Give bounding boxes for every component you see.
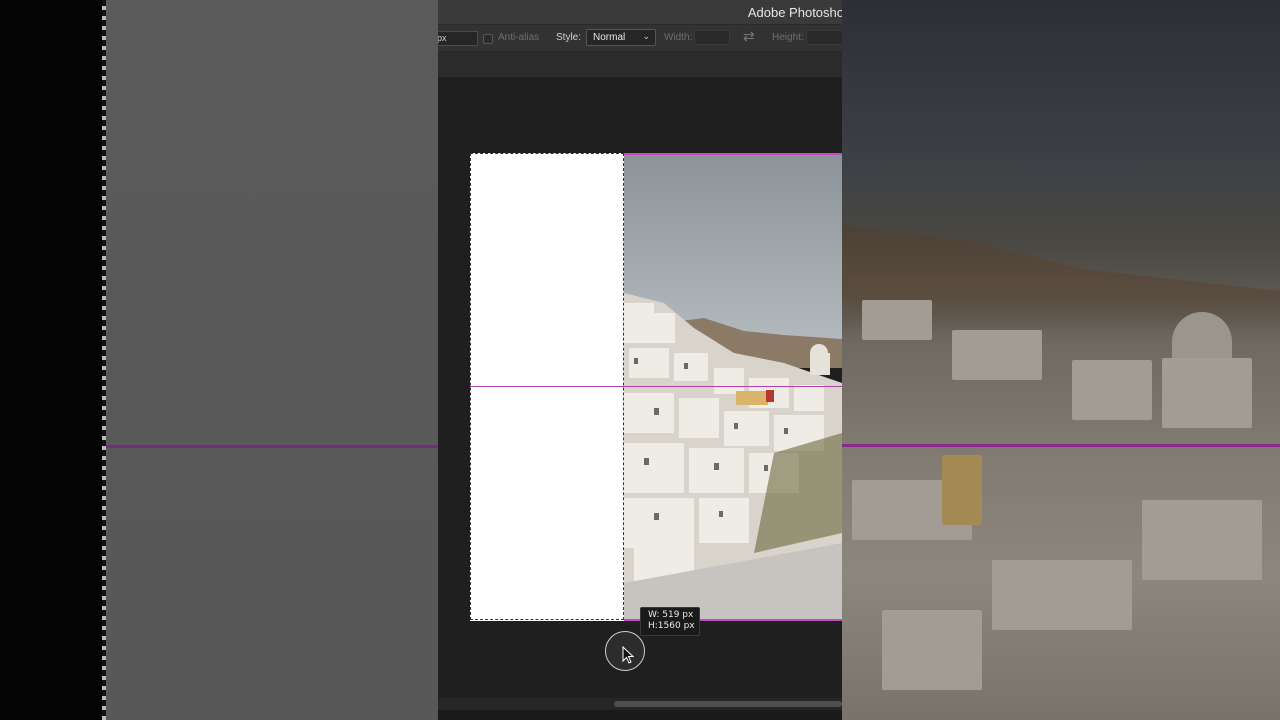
- blurred-house: [1162, 358, 1252, 428]
- width-label: Width:: [664, 32, 693, 43]
- swap-icon[interactable]: ⇄: [743, 28, 755, 45]
- left-letterbox: [0, 0, 102, 720]
- santorini-photo: [624, 153, 842, 621]
- left-zoom-backdrop: [102, 0, 438, 720]
- selection-height-readout: H:1560 px: [648, 621, 695, 631]
- options-bar: px Anti-alias Style: Normal ⌄ Width: ⇄ H…: [438, 24, 842, 51]
- cursor-arrow-icon: [622, 646, 634, 664]
- blurred-house: [1072, 360, 1152, 420]
- chevron-down-icon: ⌄: [642, 31, 650, 41]
- blurred-house: [862, 300, 932, 340]
- anti-alias-label: Anti-alias: [498, 32, 540, 43]
- blurred-house: [992, 560, 1132, 630]
- guide-top: [624, 153, 842, 155]
- selection-width-readout: W: 519 px: [648, 610, 694, 620]
- height-input[interactable]: [806, 30, 842, 45]
- app-title: Adobe Photosho: [747, 5, 842, 20]
- style-value: Normal: [593, 32, 626, 43]
- blurred-house: [1142, 500, 1262, 580]
- blurred-house: [952, 330, 1042, 380]
- feather-input[interactable]: px: [438, 31, 478, 46]
- height-label: Height:: [772, 32, 804, 43]
- photoshop-window: Adobe Photosho px Anti-alias Style: Norm…: [438, 0, 842, 720]
- width-input[interactable]: [694, 30, 730, 45]
- selection-size-tooltip: W: 519 px H:1560 px: [640, 607, 700, 636]
- santorini-photo-illustration: [624, 153, 842, 621]
- status-strip: [438, 710, 842, 720]
- style-select[interactable]: Normal ⌄: [586, 29, 656, 46]
- horizontal-scrollbar[interactable]: [438, 698, 842, 710]
- style-label: Style:: [556, 32, 582, 43]
- right-zoom-backdrop: [842, 0, 1280, 720]
- blurred-arches: [942, 455, 982, 525]
- left-guide-line: [106, 445, 438, 448]
- anti-alias-checkbox[interactable]: [483, 34, 493, 44]
- right-guide-line: [842, 444, 1280, 447]
- scrollbar-thumb[interactable]: [614, 701, 842, 707]
- document-tab-bar: [438, 51, 842, 78]
- blurred-house: [882, 610, 982, 690]
- left-marching-ants: [102, 0, 106, 720]
- title-bar: Adobe Photosho: [438, 0, 842, 24]
- guide-horizontal[interactable]: [470, 386, 842, 387]
